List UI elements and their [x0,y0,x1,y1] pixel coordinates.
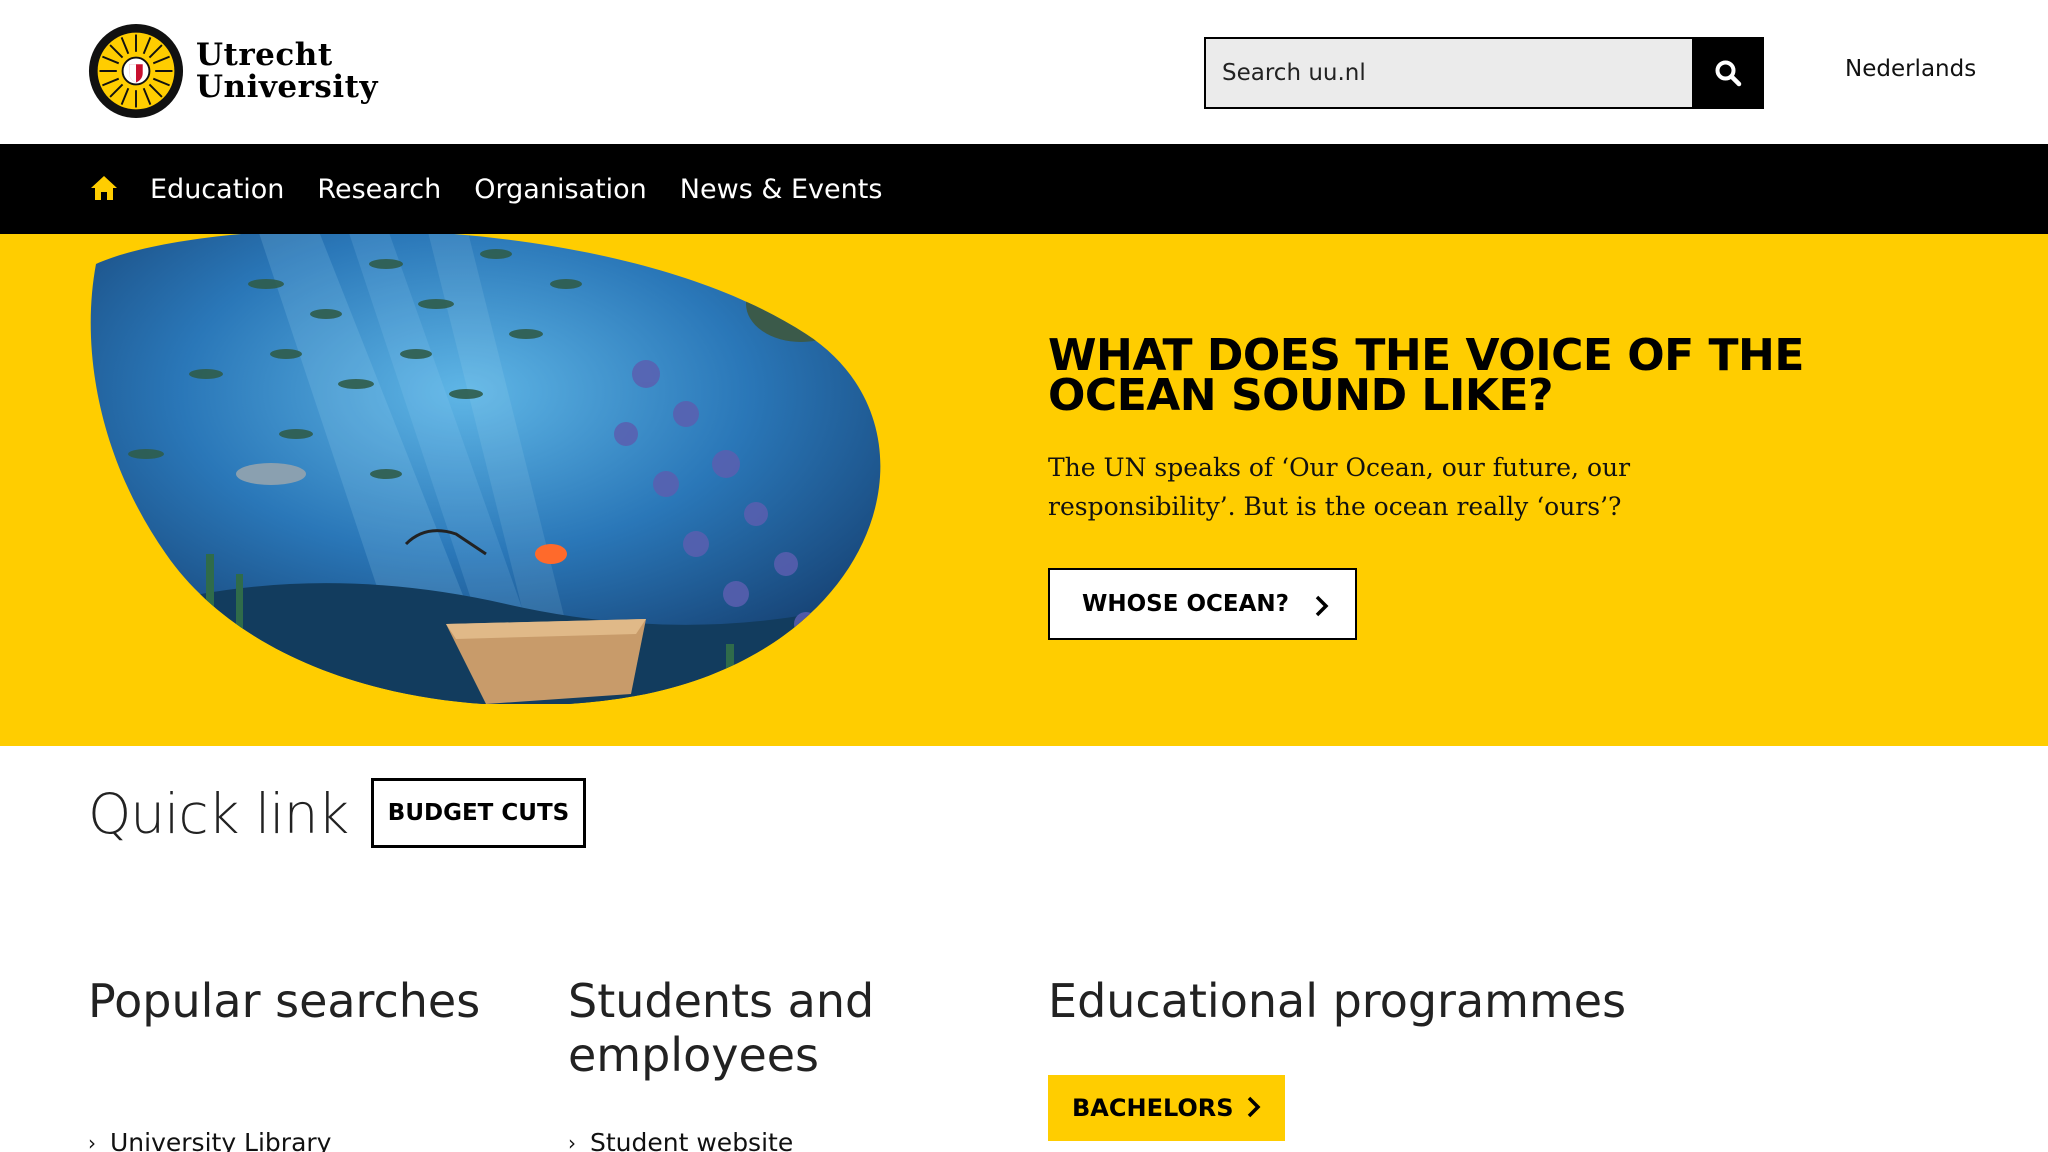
chevron-right-icon: › [568,1130,576,1152]
bachelors-button[interactable]: BACHELORS [1048,1075,1285,1141]
students-employees-heading: Students and employees [568,974,875,1082]
search-bar [1204,37,1764,109]
hero-description: The UN speaks of ‘Our Ocean, our future,… [1048,453,1631,521]
whose-ocean-button[interactable]: WHOSE OCEAN? [1048,568,1357,640]
site-header: Utrecht University Nederlands [0,0,2048,144]
nav-item-organisation[interactable]: Organisation [474,174,647,205]
logo-wordmark: Utrecht University [196,39,378,103]
nav-items: Education Research Organisation News & E… [150,144,915,234]
list-item-label: University Library [110,1128,332,1152]
search-button[interactable] [1692,37,1764,109]
search-input[interactable] [1204,37,1692,109]
whose-ocean-button-label: WHOSE OCEAN? [1082,591,1289,617]
nav-item-news-events[interactable]: News & Events [680,174,883,205]
ocean-illustration [90,234,881,704]
list-item[interactable]: › Student website [568,1128,793,1152]
educational-programmes-heading: Educational programmes [1048,974,1627,1028]
nav-item-education[interactable]: Education [150,174,284,205]
quick-link-heading: Quick link [88,782,349,846]
nav-item-research[interactable]: Research [317,174,441,205]
chevron-right-icon [1247,1096,1261,1118]
hero-banner: WHAT DOES THE VOICE OF THE OCEAN SOUND L… [0,234,2048,746]
chevron-right-icon [1315,595,1329,617]
logo-line2: University [196,69,378,105]
bachelors-button-label: BACHELORS [1072,1094,1234,1122]
language-switch-link[interactable]: Nederlands [1845,56,1976,82]
main-navigation: Education Research Organisation News & E… [0,144,2048,234]
popular-searches-heading: Popular searches [88,974,481,1028]
home-icon[interactable] [90,174,118,202]
university-logo[interactable]: Utrecht University [88,23,378,119]
budget-cuts-button[interactable]: BUDGET CUTS [371,778,586,848]
list-item-label: Student website [590,1128,794,1152]
hero-title: WHAT DOES THE VOICE OF THE OCEAN SOUND L… [1048,330,1804,421]
search-icon [1715,60,1742,87]
chevron-right-icon: › [88,1130,96,1152]
university-seal-icon [88,23,184,119]
logo-line1: Utrecht [196,37,333,73]
list-item[interactable]: › University Library [88,1128,331,1152]
